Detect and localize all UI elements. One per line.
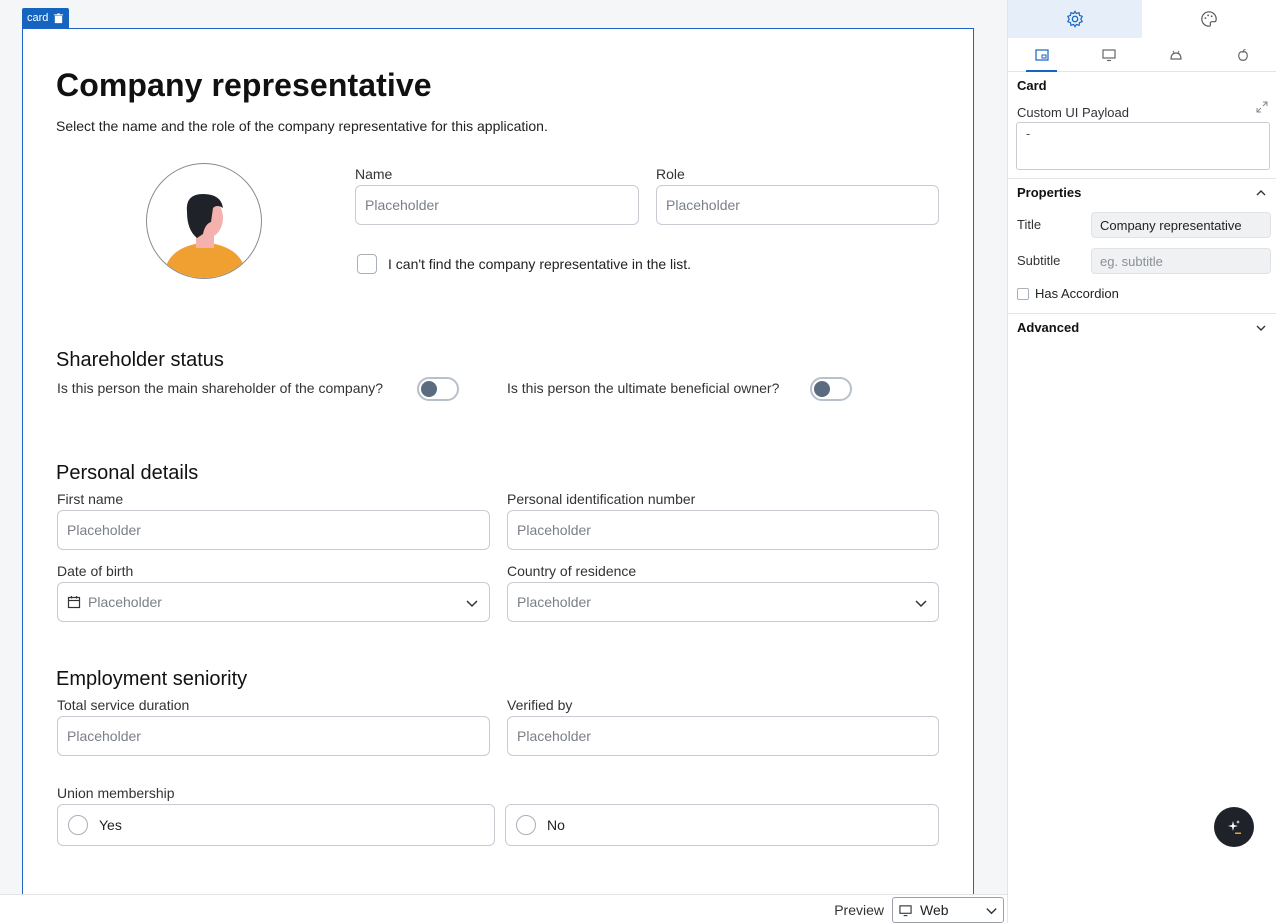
monitor-icon	[1101, 48, 1116, 61]
card: Company representative Select the name a…	[22, 28, 974, 908]
android-icon	[1169, 50, 1182, 60]
sparkle-icon	[1228, 820, 1241, 834]
platform-value: Web	[920, 902, 949, 918]
radio-yes[interactable]	[68, 815, 88, 835]
tab-styles[interactable]	[1142, 0, 1276, 38]
country-label: Country of residence	[507, 563, 637, 579]
card-title: Company representative	[56, 67, 432, 103]
employment-heading: Employment seniority	[56, 668, 248, 690]
properties-panel: Card Custom UI Payload - Properties Titl…	[1007, 0, 1276, 923]
card-tag[interactable]: card	[22, 8, 70, 28]
subtitle-prop-input[interactable]: eg. subtitle	[1091, 248, 1271, 274]
card-subtitle: Select the name and the role of the comp…	[56, 118, 548, 134]
monitor-icon	[899, 904, 912, 916]
card-section-heading: Card	[1017, 78, 1047, 93]
dob-datepicker[interactable]: Placeholder	[57, 582, 490, 622]
verified-label: Verified by	[507, 697, 573, 713]
personal-heading: Personal details	[56, 462, 199, 484]
chevron-down-icon[interactable]	[1255, 322, 1267, 334]
payload-label: Custom UI Payload	[1017, 105, 1129, 120]
canvas: card Company representative Select the n…	[0, 0, 1007, 923]
beneficial-owner-toggle[interactable]	[810, 377, 852, 401]
palette-icon	[1201, 11, 1217, 27]
name-label: Name	[355, 166, 393, 182]
role-label: Role	[656, 166, 685, 182]
pin-input[interactable]: Placeholder	[507, 510, 939, 550]
bottom-bar: Preview Web	[0, 894, 1007, 923]
subtitle-prop-label: Subtitle	[1017, 253, 1061, 268]
main-shareholder-toggle[interactable]	[417, 377, 459, 401]
name-placeholder: Placeholder	[365, 197, 439, 213]
verified-placeholder: Placeholder	[517, 728, 591, 744]
not-found-checkbox-row[interactable]: I can't find the company representative …	[357, 254, 691, 274]
accordion-label: Has Accordion	[1035, 286, 1119, 301]
not-found-checkbox[interactable]	[357, 254, 377, 274]
tab-platform-all[interactable]	[1008, 38, 1075, 72]
platform-tabs	[1008, 38, 1276, 72]
pin-label: Personal identification number	[507, 491, 696, 507]
first-name-label: First name	[57, 491, 124, 507]
duration-input[interactable]: Placeholder	[57, 716, 490, 756]
properties-heading[interactable]: Properties	[1017, 185, 1081, 200]
duration-placeholder: Placeholder	[67, 728, 141, 744]
union-option-no[interactable]: No	[505, 804, 939, 846]
shareholder-heading: Shareholder status	[56, 349, 224, 371]
advanced-heading[interactable]: Advanced	[1017, 320, 1079, 335]
first-name-input[interactable]: Placeholder	[57, 510, 490, 550]
duration-label: Total service duration	[57, 697, 190, 713]
card-tag-label: card	[27, 12, 49, 24]
accordion-checkbox[interactable]	[1017, 287, 1029, 300]
country-select[interactable]: Placeholder	[507, 582, 939, 622]
union-label: Union membership	[57, 785, 175, 801]
chevron-down-icon	[466, 600, 478, 608]
chevron-down-icon	[986, 908, 997, 915]
pin-placeholder: Placeholder	[517, 522, 591, 538]
chevron-up-icon[interactable]	[1255, 187, 1267, 199]
preview-label: Preview	[834, 902, 884, 918]
tab-platform-web[interactable]	[1075, 38, 1142, 71]
union-no-label: No	[547, 817, 565, 833]
verified-input[interactable]: Placeholder	[507, 716, 939, 756]
union-option-yes[interactable]: Yes	[57, 804, 495, 846]
panel-tabs	[1008, 0, 1276, 38]
country-placeholder: Placeholder	[517, 594, 591, 610]
calendar-icon	[67, 596, 81, 609]
role-placeholder: Placeholder	[666, 197, 740, 213]
apple-icon	[1237, 48, 1248, 61]
payload-textarea[interactable]: -	[1016, 122, 1270, 170]
expand-icon[interactable]	[1256, 101, 1268, 113]
accordion-checkbox-row[interactable]: Has Accordion	[1017, 286, 1119, 301]
not-found-label: I can't find the company representative …	[388, 256, 692, 272]
dob-placeholder: Placeholder	[88, 594, 162, 610]
title-prop-input[interactable]: Company representative	[1091, 212, 1271, 238]
role-input[interactable]: Placeholder	[656, 185, 939, 225]
trash-icon[interactable]	[53, 12, 64, 24]
dob-label: Date of birth	[57, 563, 134, 579]
beneficial-owner-label: Is this person the ultimate beneficial o…	[507, 380, 780, 396]
main-shareholder-label: Is this person the main shareholder of t…	[57, 380, 384, 396]
first-name-placeholder: Placeholder	[67, 522, 141, 538]
chevron-down-icon	[915, 600, 927, 608]
tab-settings[interactable]	[1008, 0, 1142, 38]
layout-icon	[1034, 48, 1049, 61]
tab-platform-ios[interactable]	[1209, 38, 1276, 71]
union-yes-label: Yes	[99, 817, 122, 833]
gear-icon	[1066, 10, 1084, 28]
platform-select[interactable]: Web	[892, 897, 1004, 923]
ai-assistant-button[interactable]	[1214, 807, 1254, 847]
avatar	[146, 163, 262, 279]
name-input[interactable]: Placeholder	[355, 185, 639, 225]
radio-no[interactable]	[516, 815, 536, 835]
title-prop-label: Title	[1017, 217, 1042, 232]
tab-platform-android[interactable]	[1142, 38, 1209, 71]
